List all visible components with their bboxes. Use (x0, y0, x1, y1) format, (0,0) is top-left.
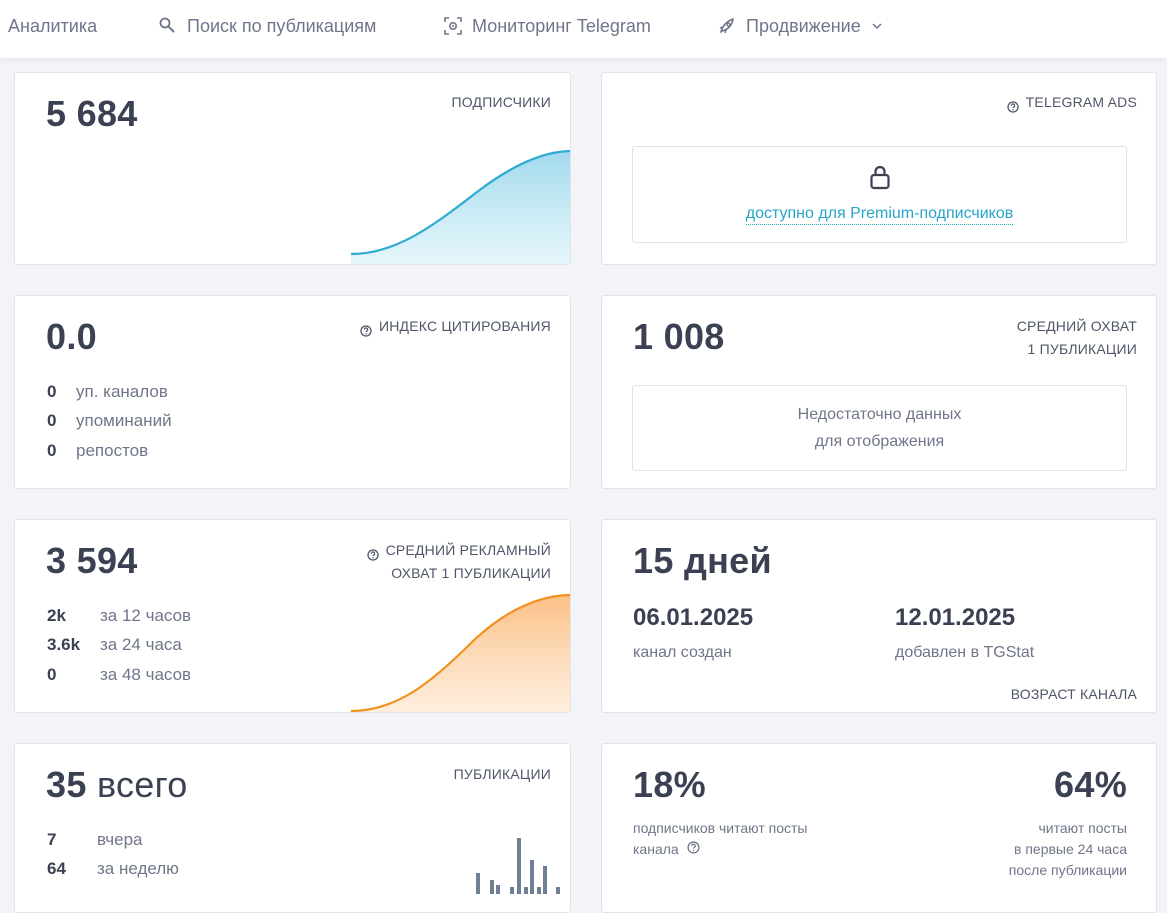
read-24h-label-line3: после публикации (1008, 862, 1127, 878)
created-label: канал создан (633, 644, 732, 661)
nav-analytics[interactable]: Аналитика (8, 14, 97, 38)
question-icon[interactable] (687, 839, 700, 860)
publications-total-num: 35 (46, 764, 87, 805)
citation-index-card[interactable]: 0.0 ИНДЕКС ЦИТИРОВАНИЯ 0 уп. каналов 0 у… (14, 295, 571, 489)
average-reach-value: 1 008 (633, 316, 725, 357)
question-icon[interactable] (1007, 97, 1019, 120)
chevron-down-icon (870, 19, 884, 33)
channel-age-value: 15 дней (633, 540, 772, 581)
insufficient-data-line2: для отображения (814, 433, 945, 450)
citation-row: 0 репостов (47, 441, 148, 461)
citation-row: 0 упоминаний (47, 411, 172, 431)
average-reach-caption-line2: 1 ПУБЛИКАЦИИ (1027, 341, 1137, 357)
average-reach-card[interactable]: 1 008 СРЕДНИЙ ОХВАТ 1 ПУБЛИКАЦИИ Недоста… (601, 295, 1157, 489)
citation-index-caption: ИНДЕКС ЦИТИРОВАНИЯ (360, 315, 551, 344)
citation-index-caption-text: ИНДЕКС ЦИТИРОВАНИЯ (378, 318, 551, 334)
subscribers-caption: ПОДПИСЧИКИ (451, 91, 551, 114)
nav-analytics-label: Аналитика (8, 15, 98, 36)
publications-row-label: вчера (97, 830, 143, 849)
ad-reach-row-label: за 48 часов (100, 665, 192, 684)
publications-card[interactable]: 35 всего ПУБЛИКАЦИИ 7 вчера 64 за неделю (14, 743, 571, 913)
created-date: 06.01.2025 (633, 604, 754, 631)
subscribers-read-label-line2-wrap: канала (633, 839, 807, 860)
question-icon[interactable] (366, 545, 379, 568)
telegram-ads-caption-text: TELEGRAM ADS (1025, 94, 1137, 110)
publications-row: 7 вчера (47, 830, 143, 850)
ad-reach-card[interactable]: 3 594 СРЕДНИЙ РЕКЛАМНЫЙ ОХВАТ 1 ПУБЛИКАЦ… (14, 519, 571, 713)
lock-icon (869, 164, 891, 195)
publications-row-label: за неделю (97, 859, 179, 878)
ad-reach-caption-lines: СРЕДНИЙ РЕКЛАМНЫЙ ОХВАТ 1 ПУБЛИКАЦИИ (386, 539, 551, 585)
publications-total: 35 всего (46, 764, 188, 806)
citation-row-num: 0 (47, 411, 57, 430)
ad-reach-row-num: 3.6k (47, 635, 81, 654)
ad-reach-row-num: 0 (47, 665, 57, 684)
premium-lock-box: доступно для Premium-подписчиков (632, 146, 1127, 243)
insufficient-data-line1: Недостаточно данных (797, 406, 962, 423)
average-reach-caption-line1: СРЕДНИЙ ОХВАТ (1016, 318, 1137, 334)
publications-bar-chart (476, 838, 560, 894)
premium-link[interactable]: доступно для Premium-подписчиков (745, 205, 1014, 225)
citation-row-label: уп. каналов (76, 382, 168, 401)
ad-reach-row: 2k за 12 часов (47, 606, 191, 626)
telegram-ads-caption: TELEGRAM ADS (1007, 91, 1137, 120)
insufficient-data-box: Недостаточно данных для отображения (632, 385, 1127, 471)
channel-age-card[interactable]: 15 дней 06.01.2025 канал создан 12.01.20… (601, 519, 1157, 713)
publications-row-num: 7 (47, 830, 57, 849)
ad-reach-row: 3.6k за 24 часа (47, 635, 182, 655)
subscribers-caption-text: ПОДПИСЧИКИ (451, 94, 551, 110)
publications-caption-text: ПУБЛИКАЦИИ (453, 766, 551, 782)
nav-monitoring[interactable]: Мониторинг Telegram (443, 14, 651, 38)
read-24h-percent: 64% (1054, 764, 1127, 805)
search-icon (158, 16, 178, 36)
subscribers-read-percent: 18% (633, 764, 706, 805)
nav-monitoring-label: Мониторинг Telegram (472, 15, 651, 36)
added-date: 12.01.2025 (895, 604, 1016, 631)
telegram-ads-card[interactable]: TELEGRAM ADS доступно для Premium-подпис… (601, 72, 1157, 265)
publications-caption: ПУБЛИКАЦИИ (454, 763, 551, 786)
subscribers-read-label-line2: канала (633, 841, 679, 857)
readers-card[interactable]: 18% подписчиков читают посты канала 64% … (601, 743, 1157, 913)
read-24h-label: читают посты в первые 24 часа после публ… (1009, 818, 1127, 881)
read-24h-label-line1: читают посты (1038, 820, 1128, 836)
publications-row: 64 за неделю (47, 859, 179, 879)
subscribers-sparkline (351, 149, 570, 264)
ad-reach-caption-line1: СРЕДНИЙ РЕКЛАМНЫЙ (385, 542, 551, 558)
ad-reach-value: 3 594 (46, 540, 138, 581)
citation-row-label: репостов (76, 441, 149, 460)
nav-promotion[interactable]: Продвижение (717, 14, 884, 38)
subscribers-card[interactable]: 5 684 ПОДПИСЧИКИ (14, 72, 571, 265)
nav-search-label: Поиск по публикациям (187, 15, 377, 36)
publications-row-num: 64 (47, 859, 66, 878)
channel-age-caption-text: ВОЗРАСТ КАНАЛА (1010, 686, 1137, 702)
radar-icon (443, 16, 463, 36)
citation-row: 0 уп. каналов (47, 382, 168, 402)
channel-age-caption: ВОЗРАСТ КАНАЛА (1011, 683, 1137, 706)
citation-row-num: 0 (47, 382, 57, 401)
added-label: добавлен в TGStat (895, 644, 1035, 661)
nav-search[interactable]: Поиск по публикациям (158, 14, 376, 38)
ad-reach-caption-line2: ОХВАТ 1 ПУБЛИКАЦИИ (391, 565, 551, 581)
subscribers-count: 5 684 (46, 93, 138, 134)
publications-total-word: всего (96, 764, 188, 805)
question-icon[interactable] (360, 321, 372, 344)
citation-row-num: 0 (47, 441, 57, 460)
ad-reach-row-label: за 24 часа (100, 635, 182, 654)
ad-reach-sparkline (351, 593, 570, 712)
ad-reach-row: 0 за 48 часов (47, 665, 191, 685)
ad-reach-row-label: за 12 часов (100, 606, 192, 625)
ad-reach-row-num: 2k (47, 606, 66, 625)
citation-row-label: упоминаний (76, 411, 172, 430)
rocket-icon (717, 16, 737, 36)
nav-promotion-label: Продвижение (746, 15, 861, 36)
average-reach-caption: СРЕДНИЙ ОХВАТ 1 ПУБЛИКАЦИИ (1017, 315, 1137, 361)
subscribers-read-label: подписчиков читают посты канала (633, 818, 807, 860)
ad-reach-caption: СРЕДНИЙ РЕКЛАМНЫЙ ОХВАТ 1 ПУБЛИКАЦИИ (366, 539, 551, 585)
citation-index-value: 0.0 (46, 316, 97, 357)
read-24h-label-line2: в первые 24 часа (1014, 841, 1127, 857)
subscribers-read-label-line1: подписчиков читают посты (633, 820, 808, 836)
top-navigation: Аналитика Поиск по публикациям Мониторин… (0, 0, 1167, 58)
